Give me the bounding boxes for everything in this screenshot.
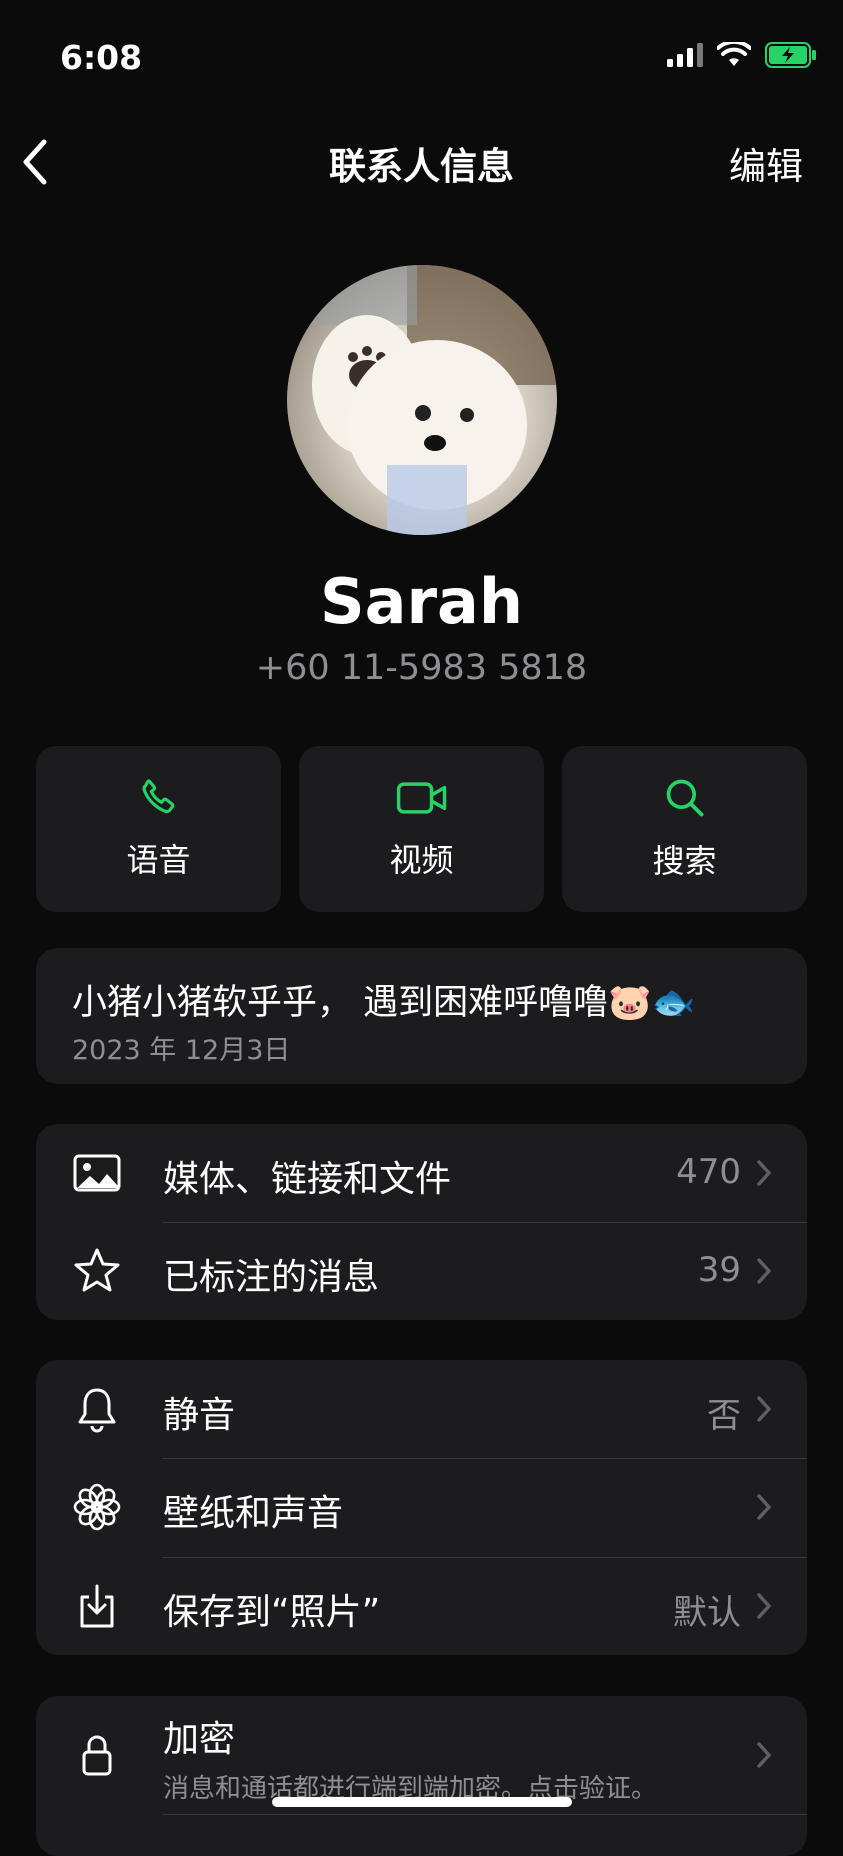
video-call-label: 视频 xyxy=(389,841,454,879)
dog-photo xyxy=(307,265,557,535)
media-label: 媒体、链接和文件 xyxy=(163,1159,452,1200)
status-time: 6:08 xyxy=(60,38,143,77)
photo-icon xyxy=(73,1154,121,1192)
starred-label: 已标注的消息 xyxy=(163,1257,380,1298)
mute-row[interactable]: 静音 否 xyxy=(36,1360,807,1458)
starred-messages-row[interactable]: 已标注的消息 39 xyxy=(36,1222,807,1320)
video-icon xyxy=(396,782,446,814)
encryption-label: 加密 xyxy=(163,1719,236,1760)
chevron-right-icon xyxy=(757,1396,771,1422)
about-date: 2023 年 12月3日 xyxy=(72,1035,291,1066)
status-icons xyxy=(667,42,817,68)
voice-call-button[interactable]: 语音 xyxy=(36,746,281,912)
mute-label: 静音 xyxy=(163,1395,236,1436)
divider xyxy=(163,1814,807,1815)
page-title: 联系人信息 xyxy=(329,145,514,188)
avatar[interactable] xyxy=(287,265,557,535)
search-label: 搜索 xyxy=(652,842,717,880)
media-count: 470 xyxy=(676,1152,741,1192)
search-icon xyxy=(666,779,704,817)
chevron-right-icon xyxy=(757,1742,771,1768)
video-call-button[interactable]: 视频 xyxy=(299,746,544,912)
about-card[interactable]: 小猪小猪软乎乎， 遇到困难呼噜噜🐷🐟 2023 年 12月3日 xyxy=(36,948,807,1084)
battery-charging-icon xyxy=(765,42,816,68)
chevron-right-icon xyxy=(757,1160,771,1186)
save-icon xyxy=(80,1584,114,1628)
search-button[interactable]: 搜索 xyxy=(562,746,807,912)
save-photos-label: 保存到“照片” xyxy=(163,1592,381,1633)
about-text: 小猪小猪软乎乎， 遇到困难呼噜噜🐷🐟 xyxy=(72,983,696,1023)
wallpaper-label: 壁纸和声音 xyxy=(163,1493,344,1534)
flower-icon xyxy=(73,1483,121,1531)
encryption-section: 加密 消息和通话都进行端到端加密。点击验证。 xyxy=(36,1696,807,1856)
starred-count: 39 xyxy=(697,1250,741,1290)
chevron-right-icon xyxy=(757,1258,771,1284)
home-indicator[interactable] xyxy=(272,1797,572,1807)
wifi-icon xyxy=(717,42,751,66)
contact-name: Sarah xyxy=(319,565,524,638)
contact-phone[interactable]: +60 11-5983 5818 xyxy=(0,648,843,688)
media-links-docs-row[interactable]: 媒体、链接和文件 470 xyxy=(36,1124,807,1222)
chevron-right-icon xyxy=(757,1494,771,1520)
save-to-photos-row[interactable]: 保存到“照片” 默认 xyxy=(36,1557,807,1655)
bell-icon xyxy=(78,1388,116,1433)
edit-button[interactable]: 编辑 xyxy=(729,136,803,190)
media-section: 媒体、链接和文件 470 已标注的消息 39 xyxy=(36,1124,807,1320)
phone-icon xyxy=(142,779,174,814)
star-icon xyxy=(74,1248,120,1292)
signal-icon xyxy=(667,43,703,67)
mute-value: 否 xyxy=(707,1396,741,1436)
voice-call-label: 语音 xyxy=(126,841,191,879)
wallpaper-sound-row[interactable]: 壁纸和声音 xyxy=(36,1458,807,1556)
lock-icon xyxy=(82,1735,112,1776)
save-photos-value: 默认 xyxy=(673,1593,741,1633)
settings-section: 静音 否 壁纸和声音 保存到“照片” 默认 xyxy=(36,1360,807,1655)
chevron-right-icon xyxy=(757,1593,771,1619)
